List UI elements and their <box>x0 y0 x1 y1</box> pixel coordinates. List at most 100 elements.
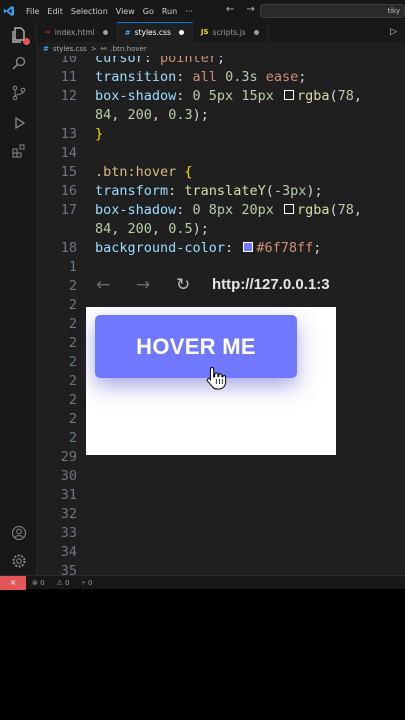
search-icon[interactable] <box>10 54 28 72</box>
browser-preview: ← → ↻ http://127.0.0.1:3 HOVER ME <box>86 263 405 455</box>
menu-go[interactable]: Go <box>143 7 154 16</box>
errors-count[interactable]: ⊗ 0 <box>32 579 45 587</box>
code-text: transition: all 0.3s ease; <box>95 69 307 85</box>
code-text: background-color: #6f78ff; <box>95 240 322 256</box>
code-line[interactable]: 18 background-color: #6f78ff; <box>37 239 405 258</box>
menu-selection[interactable]: Selection <box>71 7 108 16</box>
line-number: 2 <box>68 392 77 408</box>
line-number: 11 <box>60 69 77 85</box>
command-center-search[interactable]: tiky <box>260 4 405 18</box>
history-nav: ← → <box>226 4 255 15</box>
run-debug-icon[interactable] <box>10 114 28 132</box>
line-number: 31 <box>60 487 77 503</box>
ports-count[interactable]: ⑂ 0 <box>82 579 93 587</box>
code-text: } <box>95 126 104 142</box>
line-number: 33 <box>60 525 77 541</box>
line-number: 2 <box>68 411 77 427</box>
vscode-logo-icon <box>0 0 18 22</box>
code-line[interactable]: 15 .btn:hover { <box>37 163 405 182</box>
code-text: transform: translateY(-3px); <box>95 183 323 199</box>
settings-gear-icon[interactable] <box>10 552 28 570</box>
hand-cursor-icon <box>206 366 227 390</box>
menu-bar: File Edit Selection View Go Run ··· <box>26 7 193 16</box>
code-line[interactable]: 84, 200, 0.3); <box>37 106 405 125</box>
browser-forward-icon[interactable]: → <box>136 275 150 295</box>
line-number: 32 <box>60 506 77 522</box>
code-line[interactable]: 35 <box>37 562 405 575</box>
menu-edit[interactable]: Edit <box>47 7 63 16</box>
menu-more[interactable]: ··· <box>185 7 193 16</box>
line-number: 2 <box>68 278 77 294</box>
forward-arrow-icon[interactable]: → <box>246 4 254 15</box>
code-text: cursor: pointer; <box>95 56 226 66</box>
line-number: 1 <box>68 259 77 275</box>
browser-reload-icon[interactable]: ↻ <box>176 275 190 295</box>
code-line[interactable]: 11 transition: all 0.3s ease; <box>37 68 405 87</box>
breadcrumb-separator: > <box>90 45 97 53</box>
breadcrumb: # styles.css > ⚯ .btn:hover <box>37 42 405 56</box>
browser-back-icon[interactable]: ← <box>96 275 110 295</box>
notification-badge <box>23 38 30 45</box>
unsaved-dot-icon[interactable] <box>102 29 108 35</box>
code-line[interactable]: 84, 200, 0.5); <box>37 220 405 239</box>
code-line[interactable]: 32 <box>37 505 405 524</box>
breadcrumb-file[interactable]: styles.css <box>53 45 87 53</box>
back-arrow-icon[interactable]: ← <box>226 4 234 15</box>
tab-index-html[interactable]: ‹› index.html <box>37 22 117 42</box>
code-line[interactable]: 14 <box>37 144 405 163</box>
html-file-icon: ‹› <box>45 28 51 36</box>
color-swatch-icon[interactable] <box>243 242 254 252</box>
account-icon[interactable] <box>10 524 28 542</box>
tab-styles-css[interactable]: # styles.css <box>116 22 193 42</box>
extensions-icon[interactable] <box>10 142 28 160</box>
breadcrumb-symbol[interactable]: .btn:hover <box>110 45 146 53</box>
js-file-icon: JS <box>200 28 209 36</box>
code-line[interactable]: 33 <box>37 524 405 543</box>
code-line[interactable]: 16 transform: translateY(-3px); <box>37 182 405 201</box>
command-center-text: tiky <box>387 7 400 15</box>
css-file-icon: # <box>124 28 131 37</box>
status-bar: ⨯ ⊗ 0 ⚠ 0 ⑂ 0 <box>0 575 405 590</box>
warnings-count[interactable]: ⚠ 0 <box>57 579 70 587</box>
code-text: 84, 200, 0.5); <box>95 221 209 237</box>
code-text: .btn:hover { <box>95 164 193 180</box>
code-text: 84, 200, 0.3); <box>95 107 209 123</box>
line-number: 2 <box>68 335 77 351</box>
menu-view[interactable]: View <box>116 7 135 16</box>
line-number: 17 <box>60 202 77 218</box>
code-line[interactable]: 30 <box>37 467 405 486</box>
run-play-icon[interactable]: ▷ <box>390 27 397 37</box>
menu-run[interactable]: Run <box>162 7 177 16</box>
browser-toolbar: ← → ↻ http://127.0.0.1:3 <box>86 263 405 307</box>
line-number: 13 <box>60 126 77 142</box>
activity-bar <box>0 22 37 575</box>
tab-scripts-js[interactable]: JS scripts.js <box>193 22 268 42</box>
line-number: 18 <box>60 240 77 256</box>
remote-indicator-icon[interactable]: ⨯ <box>0 575 26 590</box>
color-swatch-icon[interactable] <box>283 204 294 214</box>
browser-url[interactable]: http://127.0.0.1:3 <box>212 276 330 293</box>
code-line[interactable]: 10 cursor: pointer; <box>37 56 405 68</box>
title-bar: File Edit Selection View Go Run ··· ← → … <box>0 0 405 22</box>
hover-me-button[interactable]: HOVER ME <box>95 315 297 378</box>
line-number: 34 <box>60 544 77 560</box>
code-line[interactable]: 34 <box>37 543 405 562</box>
code-text: box-shadow: 0 5px 15px rgba(78, <box>95 88 363 104</box>
unsaved-dot-icon[interactable] <box>253 29 259 35</box>
line-number: 2 <box>68 354 77 370</box>
code-line[interactable]: 31 <box>37 486 405 505</box>
line-number: 30 <box>60 468 77 484</box>
explorer-icon[interactable] <box>10 26 30 45</box>
code-line[interactable]: 12 box-shadow: 0 5px 15px rgba(78, <box>37 87 405 106</box>
css-file-icon: # <box>43 45 49 53</box>
color-swatch-icon[interactable] <box>283 90 294 100</box>
line-number: 14 <box>60 145 77 161</box>
line-number: 35 <box>60 563 77 575</box>
unsaved-dot-icon[interactable] <box>178 30 184 35</box>
browser-page: HOVER ME <box>86 307 336 455</box>
code-line[interactable]: 17 box-shadow: 0 8px 20px rgba(78, <box>37 201 405 220</box>
source-control-icon[interactable] <box>10 84 28 102</box>
menu-file[interactable]: File <box>26 7 39 16</box>
code-line[interactable]: 13} <box>37 125 405 144</box>
line-number: 16 <box>60 183 77 199</box>
